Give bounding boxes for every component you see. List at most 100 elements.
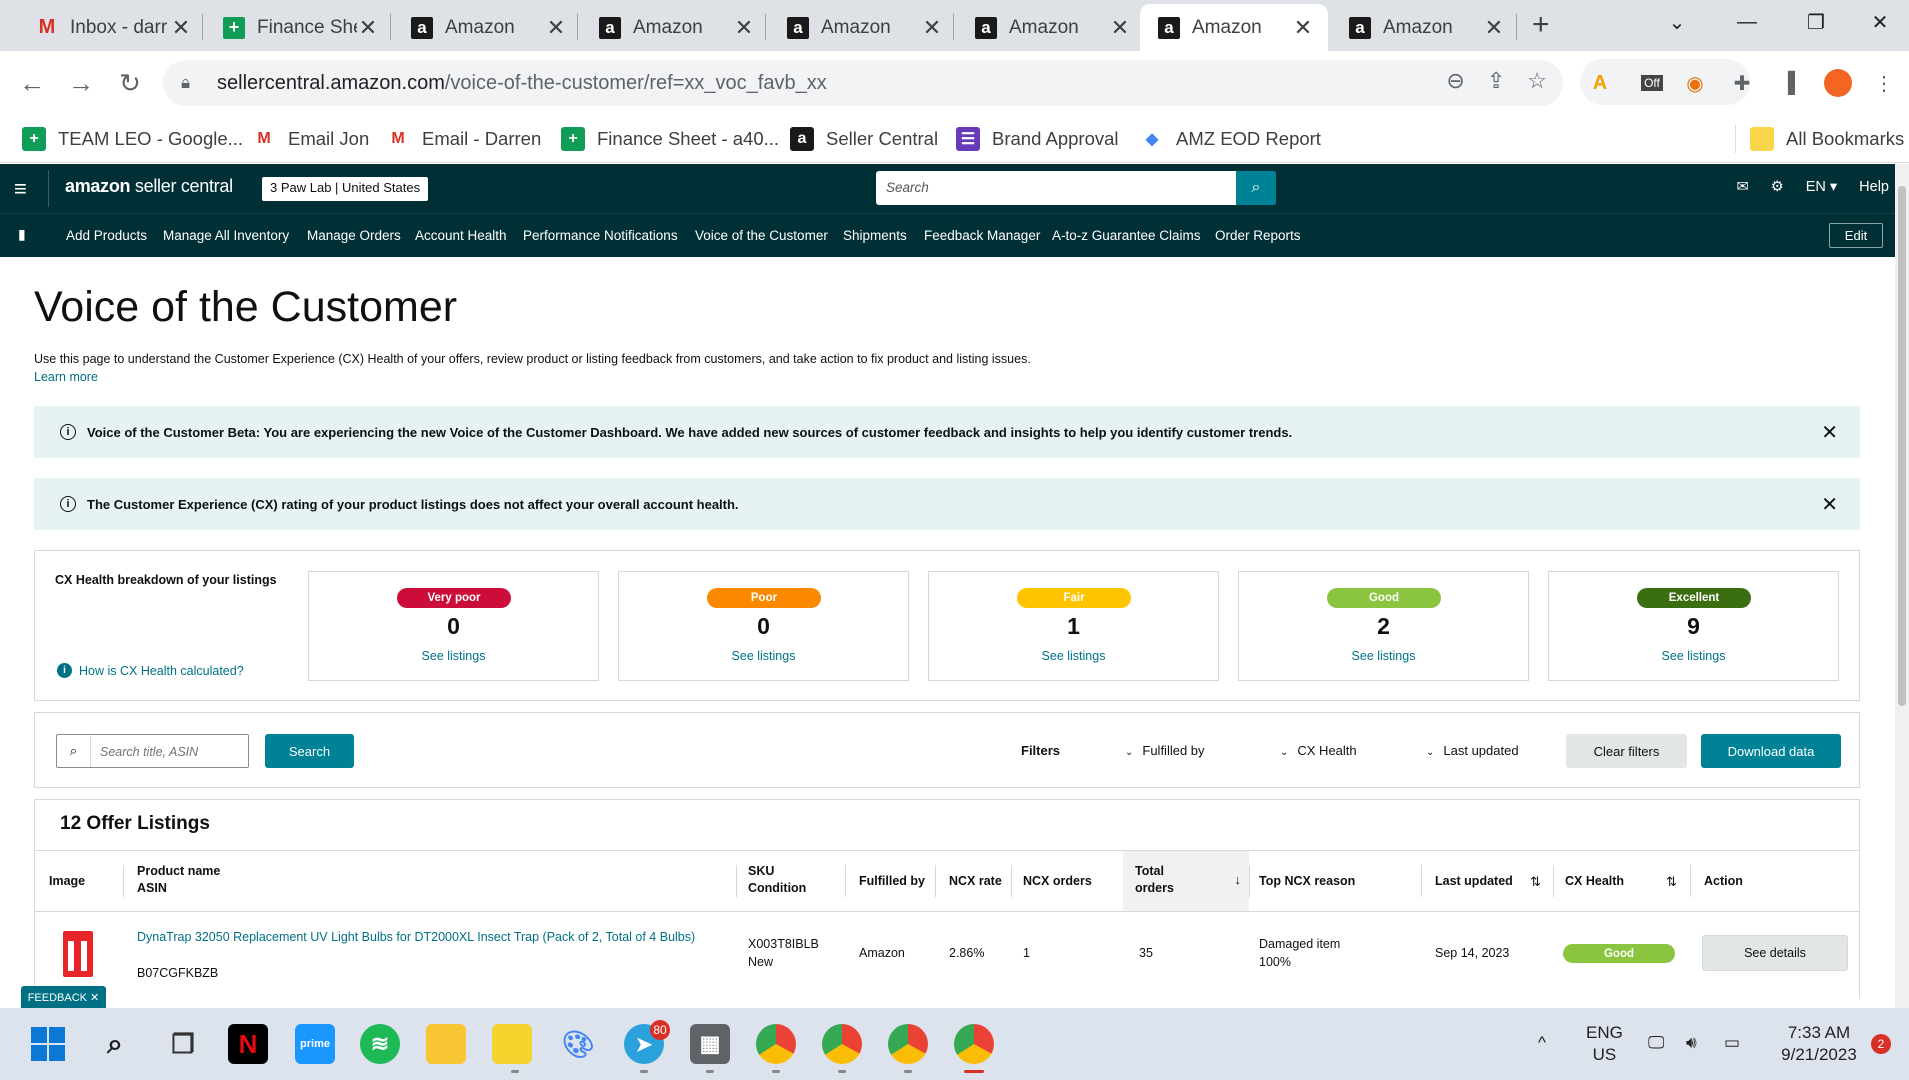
last-updated-dropdown[interactable]: ⌄ Last updated (1426, 743, 1519, 758)
tab-amazon-2[interactable]: a Amazon ✕ (581, 4, 769, 51)
col-total-orders[interactable]: Total orders ↓ (1123, 851, 1249, 911)
bookmark-team-leo[interactable]: + TEAM LEO - Google... (22, 125, 243, 153)
tab-amazon-active[interactable]: a Amazon ✕ (1140, 4, 1328, 51)
windows-start-icon[interactable] (28, 1024, 68, 1064)
gear-icon[interactable]: ⚙ (1771, 179, 1784, 195)
col-fulfilled-by[interactable]: Fulfilled by (859, 851, 925, 911)
notification-badge[interactable]: 2 (1871, 1034, 1891, 1054)
cx-health-help-link[interactable]: i How is CX Health calculated? (57, 663, 244, 678)
paint-icon[interactable]: 🎨︎ (558, 1024, 598, 1064)
col-last-updated[interactable]: Last updated ⇅ (1435, 851, 1549, 911)
nav-performance-notifications[interactable]: Performance Notifications (523, 228, 678, 243)
col-sku[interactable]: SKU Condition (748, 851, 806, 911)
prime-video-icon[interactable]: prime (295, 1024, 335, 1064)
bookmark-brand-approval[interactable]: ☰ Brand Approval (956, 125, 1119, 153)
ascout-icon[interactable]: A (1580, 63, 1620, 103)
sort-desc-icon[interactable]: ↓ (1235, 871, 1242, 888)
close-icon[interactable]: ✕ (170, 15, 192, 41)
nav-atoz-claims[interactable]: A-to-z Guarantee Claims (1052, 228, 1201, 243)
download-data-button[interactable]: Download data (1701, 734, 1841, 768)
chrome-icon-active[interactable] (954, 1024, 994, 1064)
sticky-notes-icon[interactable] (492, 1024, 532, 1064)
feedback-tab[interactable]: FEEDBACK ✕ (21, 986, 106, 1008)
bookmark-amz-eod[interactable]: ◆ AMZ EOD Report (1140, 125, 1321, 153)
account-switcher[interactable]: 3 Paw Lab | United States (262, 177, 429, 201)
address-bar[interactable]: 🔒︎ sellercentral.amazon.com/voice-of-the… (163, 60, 1563, 106)
nav-feedback-manager[interactable]: Feedback Manager (924, 228, 1040, 243)
nav-add-products[interactable]: Add Products (66, 228, 147, 243)
battery-icon[interactable]: ▭ (1724, 1032, 1740, 1054)
close-icon[interactable]: ✕ (1292, 15, 1314, 41)
col-top-ncx-reason[interactable]: Top NCX reason (1259, 851, 1355, 911)
minimize-icon[interactable]: — (1714, 0, 1780, 44)
spotify-icon[interactable]: ≋ (360, 1024, 400, 1064)
netflix-icon[interactable]: N (228, 1024, 268, 1064)
input-language[interactable]: ENG US (1586, 1022, 1623, 1066)
seller-central-logo[interactable]: amazon seller central (65, 176, 233, 197)
window-close-icon[interactable]: ✕ (1847, 0, 1909, 44)
product-name-link[interactable]: DynaTrap 32050 Replacement UV Light Bulb… (137, 928, 707, 946)
listing-search-input[interactable]: ⌕ Search title, ASIN (56, 734, 249, 768)
nav-shipments[interactable]: Shipments (843, 228, 907, 243)
header-search[interactable]: Search ⌕ (876, 171, 1276, 205)
bookmark-finance-sheet[interactable]: + Finance Sheet - a40... (561, 125, 779, 153)
tab-amazon-6[interactable]: a Amazon ✕ (1331, 4, 1519, 51)
sidebar-icon[interactable]: ▐ (1768, 63, 1808, 103)
search-icon[interactable]: ⌕ (1236, 171, 1276, 205)
share-icon[interactable]: ⇪ (1487, 68, 1505, 94)
close-icon[interactable]: ✕ (1483, 15, 1505, 41)
forward-icon[interactable]: → (61, 63, 101, 103)
keepa-icon[interactable]: ◉ (1675, 63, 1715, 103)
reload-icon[interactable]: ↻ (110, 63, 150, 103)
col-product-name[interactable]: Product name ASIN (137, 851, 220, 911)
chrome-icon[interactable] (822, 1024, 862, 1064)
chrome-icon[interactable] (756, 1024, 796, 1064)
file-explorer-icon[interactable] (426, 1024, 466, 1064)
task-view-icon[interactable]: ❐ (163, 1024, 203, 1064)
learn-more-link[interactable]: Learn more (34, 370, 98, 384)
see-listings-link[interactable]: See listings (309, 649, 598, 663)
search-button[interactable]: Search (265, 734, 354, 768)
close-icon[interactable]: ✕ (1109, 15, 1131, 41)
edit-nav-button[interactable]: Edit (1829, 223, 1883, 248)
tab-finance-sheet[interactable]: + Finance She ✕ (205, 4, 393, 51)
volume-icon[interactable]: 🔊︎ (1686, 1032, 1697, 1054)
see-listings-link[interactable]: See listings (1239, 649, 1528, 663)
bookmark-star-icon[interactable]: ☆ (1527, 68, 1547, 94)
all-bookmarks[interactable]: All Bookmarks (1750, 125, 1904, 153)
chevron-up-icon[interactable]: ^ (1538, 1032, 1546, 1054)
chrome-icon[interactable] (888, 1024, 928, 1064)
language-selector[interactable]: EN ▾ (1806, 179, 1837, 195)
fulfilled-by-dropdown[interactable]: ⌄ Fulfilled by (1125, 743, 1205, 758)
bookmark-email-darren[interactable]: M Email - Darren (386, 125, 541, 153)
product-thumbnail[interactable] (63, 931, 93, 977)
hamburger-menu-icon[interactable]: ≡ (14, 176, 27, 202)
puzzle-icon[interactable]: ✚ (1722, 63, 1762, 103)
bookmark-email-jon[interactable]: M Email Jon (252, 125, 369, 153)
close-icon[interactable]: ✕ (1821, 420, 1838, 445)
profile-avatar[interactable] (1818, 63, 1858, 103)
help-link[interactable]: Help (1859, 179, 1889, 195)
page-scrollbar[interactable] (1895, 164, 1909, 1008)
see-listings-link[interactable]: See listings (619, 649, 908, 663)
col-cx-health[interactable]: CX Health ⇅ (1565, 851, 1685, 911)
search-icon[interactable]: ⌕ (95, 1024, 135, 1064)
close-icon[interactable]: ✕ (545, 15, 567, 41)
off-extension-icon[interactable]: Off (1632, 63, 1672, 103)
bookmark-icon[interactable]: ▮ (18, 226, 26, 243)
close-icon[interactable]: ✕ (921, 15, 943, 41)
zoom-icon[interactable]: ⊖ (1446, 68, 1464, 94)
tab-amazon-1[interactable]: a Amazon ✕ (393, 4, 581, 51)
see-listings-link[interactable]: See listings (1549, 649, 1838, 663)
close-icon[interactable]: ✕ (1821, 492, 1838, 517)
network-icon[interactable]: 🖵 (1648, 1032, 1664, 1054)
close-icon[interactable]: ✕ (733, 15, 755, 41)
col-ncx-rate[interactable]: NCX rate (949, 851, 1002, 911)
restore-icon[interactable]: ❐ (1783, 0, 1849, 44)
bookmark-seller-central[interactable]: a Seller Central (790, 125, 938, 153)
nav-order-reports[interactable]: Order Reports (1215, 228, 1301, 243)
scroll-thumb[interactable] (1898, 186, 1906, 706)
nav-account-health[interactable]: Account Health (415, 228, 507, 243)
menu-dots-icon[interactable]: ⋮ (1864, 63, 1904, 103)
sort-icon[interactable]: ⇅ (1666, 873, 1677, 890)
